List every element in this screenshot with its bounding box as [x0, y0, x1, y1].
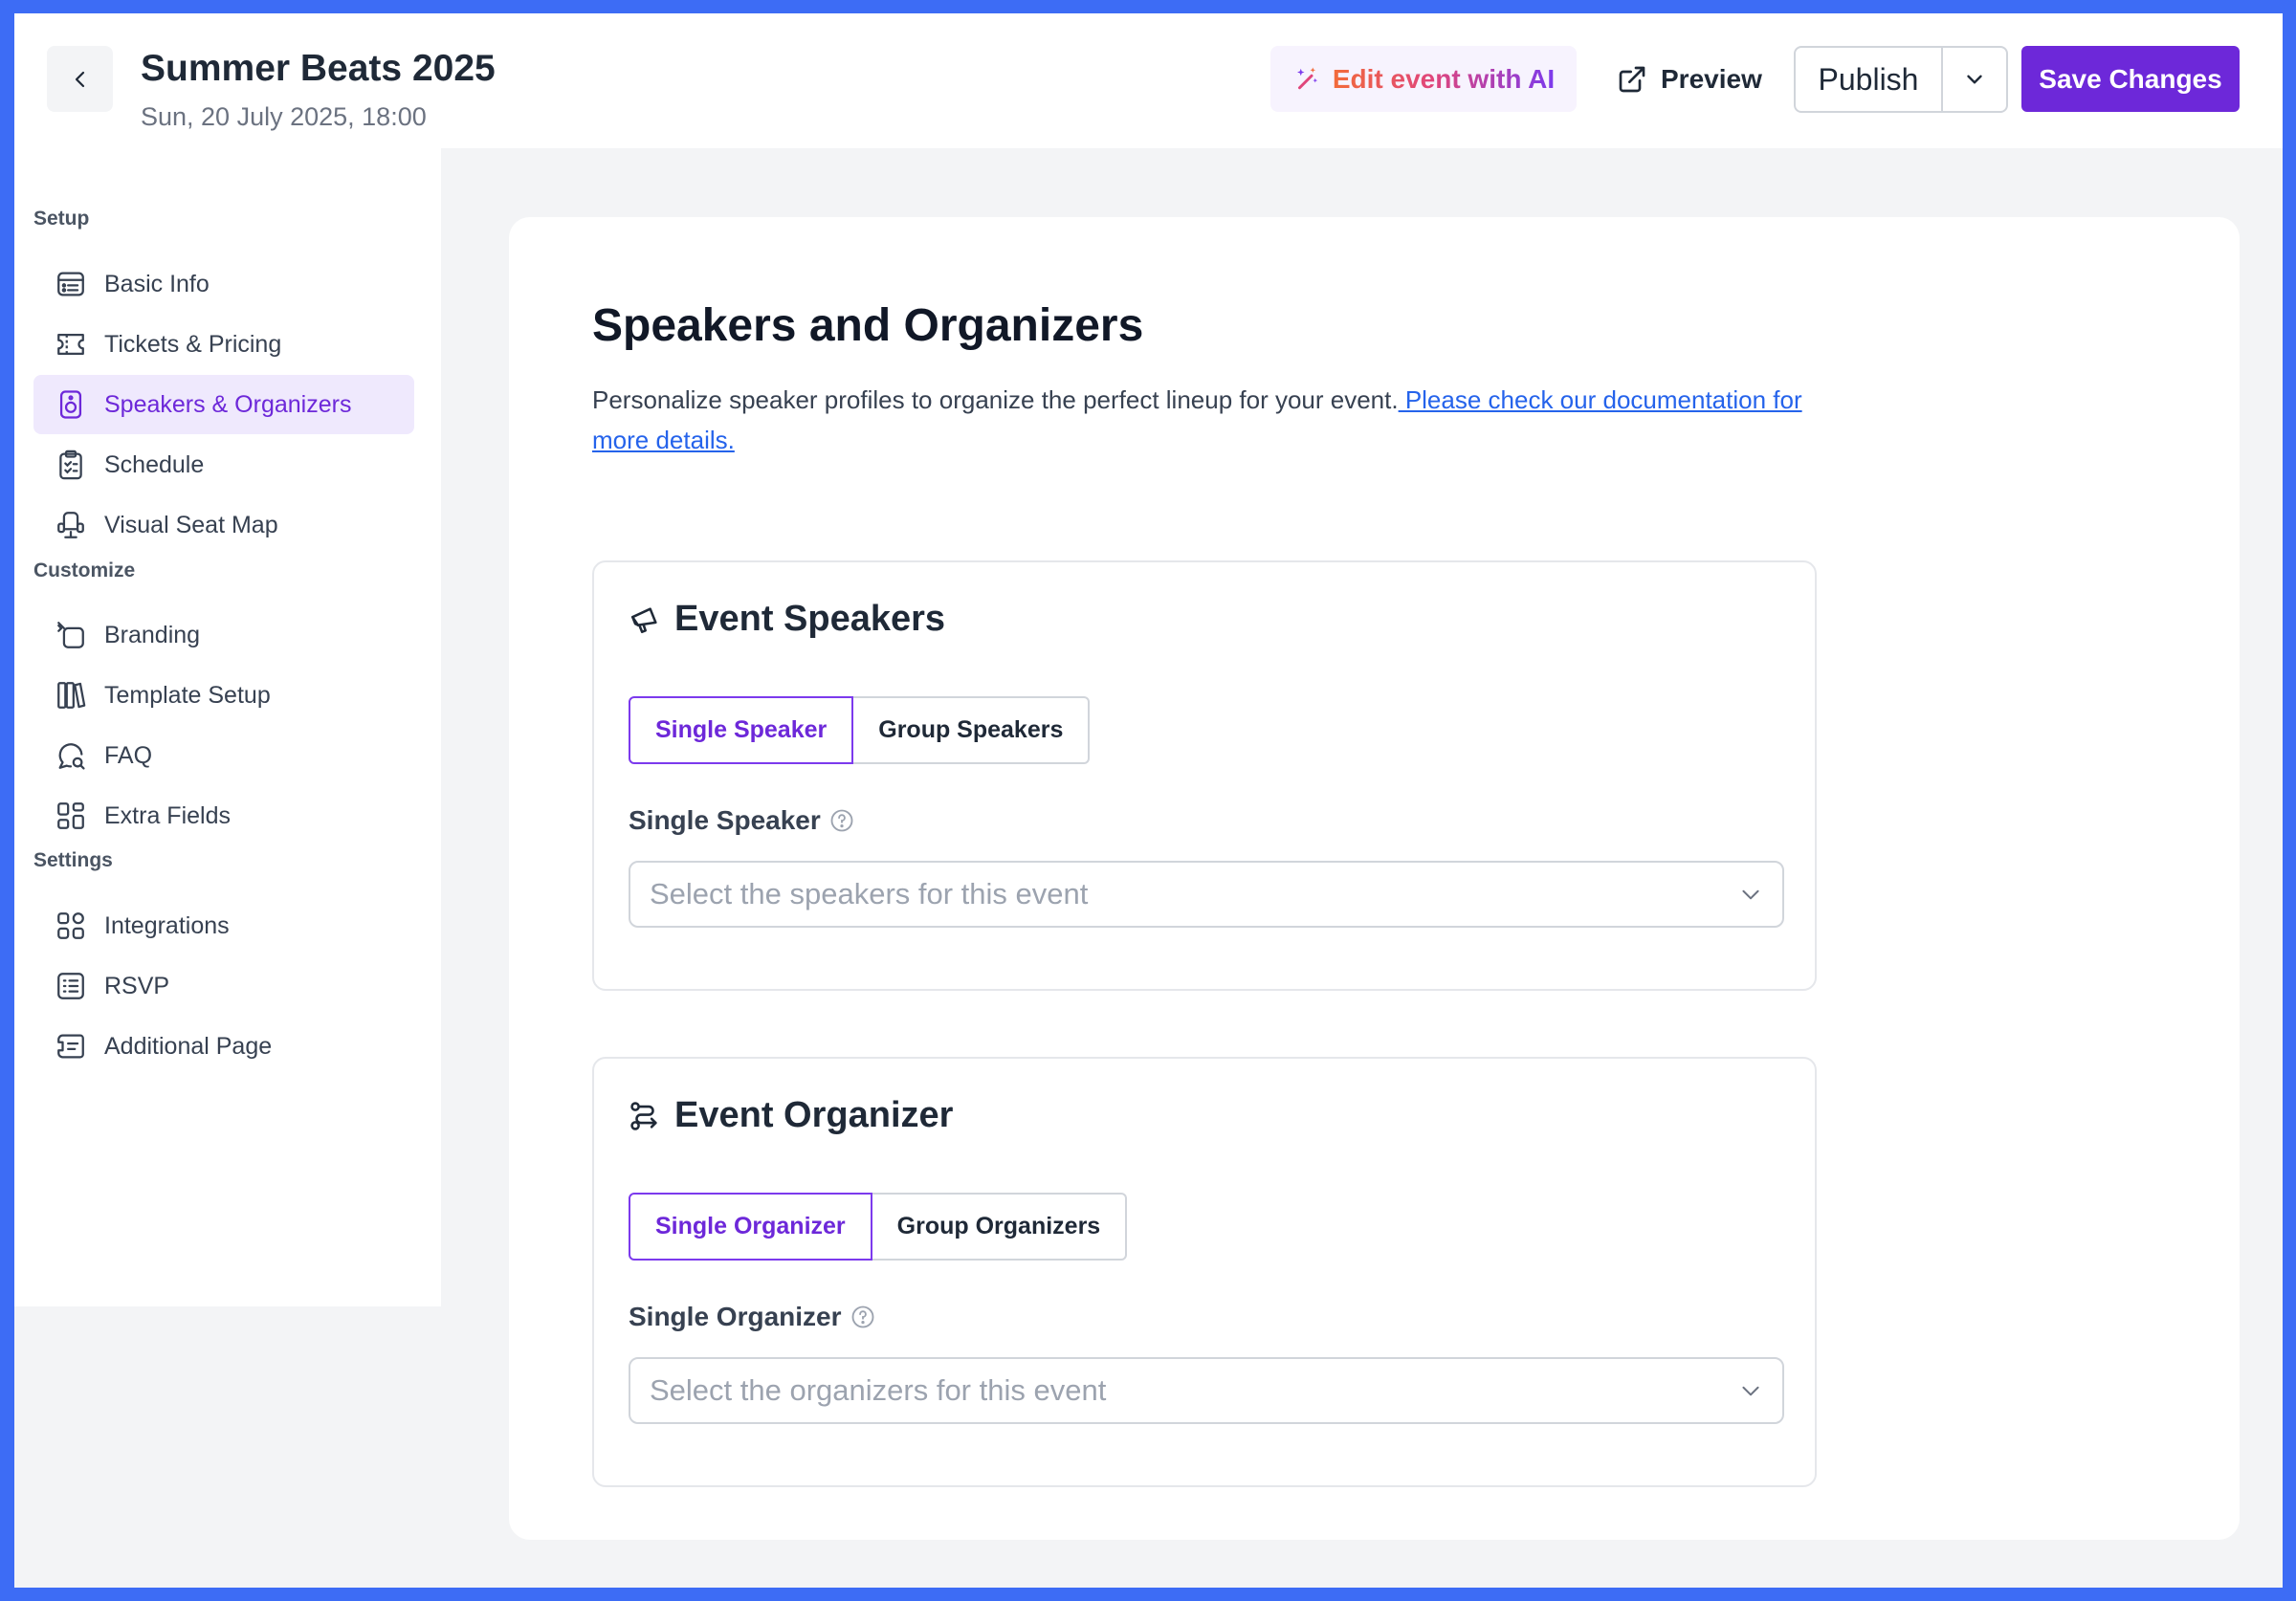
main-card: Speakers and Organizers Personalize spea…	[509, 217, 2240, 1540]
sidebar-item-label: Schedule	[104, 450, 205, 478]
sidebar-item-label: Speakers & Organizers	[104, 390, 352, 418]
organizers-select-placeholder: Select the organizers for this event	[650, 1373, 1107, 1407]
chevron-down-icon	[1967, 75, 1982, 84]
clipboard-icon	[59, 450, 82, 480]
event-speakers-title: Event Speakers	[674, 599, 946, 639]
sidebar-item-label: Integrations	[104, 911, 230, 939]
sidebar-item-label: Branding	[104, 621, 201, 648]
save-changes-button[interactable]: Save Changes	[2021, 46, 2240, 112]
organizer-mode-toggle: Single Organizer Group Organizers	[629, 1193, 1128, 1261]
magic-wand-icon	[1296, 67, 1317, 89]
template-icon	[57, 682, 86, 709]
sidebar-item-label: FAQ	[104, 741, 153, 769]
basic-info-icon	[57, 272, 84, 296]
tab-single-organizer[interactable]: Single Organizer	[629, 1193, 872, 1261]
preview-label: Preview	[1661, 63, 1762, 94]
single-organizer-label-text: Single Organizer	[629, 1302, 842, 1331]
speakers-select[interactable]: Select the speakers for this event	[629, 861, 1784, 928]
single-speaker-label-text: Single Speaker	[629, 805, 821, 835]
section-label-customize: Customize	[33, 559, 136, 581]
integrations-icon	[57, 912, 84, 939]
faq-icon	[58, 743, 85, 770]
external-link-icon	[1619, 66, 1645, 92]
sidebar: Setup Basic Info Tickets & Pricing Speak…	[14, 148, 441, 1306]
organizers-select[interactable]: Select the organizers for this event	[629, 1357, 1784, 1424]
sidebar-item-template-setup[interactable]: Template Setup	[33, 666, 414, 725]
sidebar-item-speakers-organizers[interactable]: Speakers & Organizers	[33, 375, 414, 434]
sidebar-item-label: RSVP	[104, 972, 170, 999]
seat-icon	[57, 512, 84, 538]
chevron-down-icon	[1742, 889, 1759, 900]
description-text: Personalize speaker profiles to organize…	[592, 385, 1399, 414]
page-title: Speakers and Organizers	[592, 300, 1144, 351]
page-description: Personalize speaker profiles to organize…	[592, 380, 1826, 460]
edit-with-ai-button[interactable]: Edit event with AI	[1270, 46, 1577, 112]
help-icon[interactable]	[828, 807, 855, 834]
sidebar-item-basic-info[interactable]: Basic Info	[33, 254, 414, 314]
sidebar-item-label: Visual Seat Map	[104, 511, 278, 538]
chevron-down-icon	[1742, 1386, 1759, 1396]
back-button[interactable]	[47, 46, 113, 112]
sidebar-item-label: Extra Fields	[104, 801, 231, 829]
branding-icon	[57, 622, 84, 648]
tab-group-speakers[interactable]: Group Speakers	[853, 696, 1091, 764]
app-window: Summer Beats 2025 Sun, 20 July 2025, 18:…	[14, 13, 2283, 1588]
sidebar-item-rsvp[interactable]: RSVP	[33, 956, 414, 1016]
top-bar: Summer Beats 2025 Sun, 20 July 2025, 18:…	[14, 13, 2283, 148]
sidebar-item-label: Template Setup	[104, 681, 271, 709]
extra-fields-icon	[57, 802, 84, 829]
publish-split-button: Publish	[1794, 46, 2008, 113]
event-organizer-heading: Event Organizer	[629, 1095, 953, 1136]
single-organizer-field-label: Single Organizer	[629, 1302, 876, 1332]
event-date: Sun, 20 July 2025, 18:00	[141, 102, 427, 131]
event-speakers-heading: Event Speakers	[629, 599, 945, 640]
event-speakers-panel: Event Speakers Single Speaker Group Spea…	[592, 560, 1817, 991]
event-title: Summer Beats 2025	[141, 48, 496, 89]
help-icon[interactable]	[850, 1304, 876, 1330]
event-organizer-title: Event Organizer	[674, 1095, 954, 1135]
sidebar-item-label: Additional Page	[104, 1032, 273, 1060]
section-label-settings: Settings	[33, 849, 113, 871]
chevron-left-icon	[75, 71, 84, 87]
sidebar-item-tickets-pricing[interactable]: Tickets & Pricing	[33, 315, 414, 374]
publish-button[interactable]: Publish	[1796, 48, 1943, 111]
sidebar-item-label: Tickets & Pricing	[104, 330, 282, 358]
section-label-setup: Setup	[33, 208, 90, 230]
single-speaker-field-label: Single Speaker	[629, 805, 855, 836]
tab-group-organizers[interactable]: Group Organizers	[872, 1193, 1128, 1261]
sidebar-item-visual-seat-map[interactable]: Visual Seat Map	[33, 495, 414, 555]
speakers-select-placeholder: Select the speakers for this event	[650, 877, 1089, 910]
speaker-mode-toggle: Single Speaker Group Speakers	[629, 696, 1091, 764]
ticket-icon	[57, 333, 84, 356]
publish-options-button[interactable]	[1943, 48, 2006, 111]
speaker-icon	[59, 390, 82, 419]
sidebar-item-integrations[interactable]: Integrations	[33, 896, 414, 955]
rsvp-icon	[57, 973, 84, 999]
event-organizer-panel: Event Organizer Single Organizer Group O…	[592, 1057, 1817, 1487]
sidebar-item-faq[interactable]: FAQ	[33, 726, 414, 785]
sidebar-item-schedule[interactable]: Schedule	[33, 435, 414, 494]
sidebar-item-branding[interactable]: Branding	[33, 605, 414, 665]
sidebar-item-label: Basic Info	[104, 270, 210, 297]
edit-with-ai-label: Edit event with AI	[1332, 63, 1556, 94]
tab-single-speaker[interactable]: Single Speaker	[629, 696, 854, 764]
sidebar-item-extra-fields[interactable]: Extra Fields	[33, 786, 414, 845]
megaphone-icon	[630, 606, 657, 633]
additional-page-icon	[57, 1034, 84, 1059]
preview-button[interactable]: Preview	[1617, 46, 1762, 112]
sidebar-item-additional-page[interactable]: Additional Page	[33, 1017, 414, 1076]
organizer-icon	[630, 1101, 657, 1130]
